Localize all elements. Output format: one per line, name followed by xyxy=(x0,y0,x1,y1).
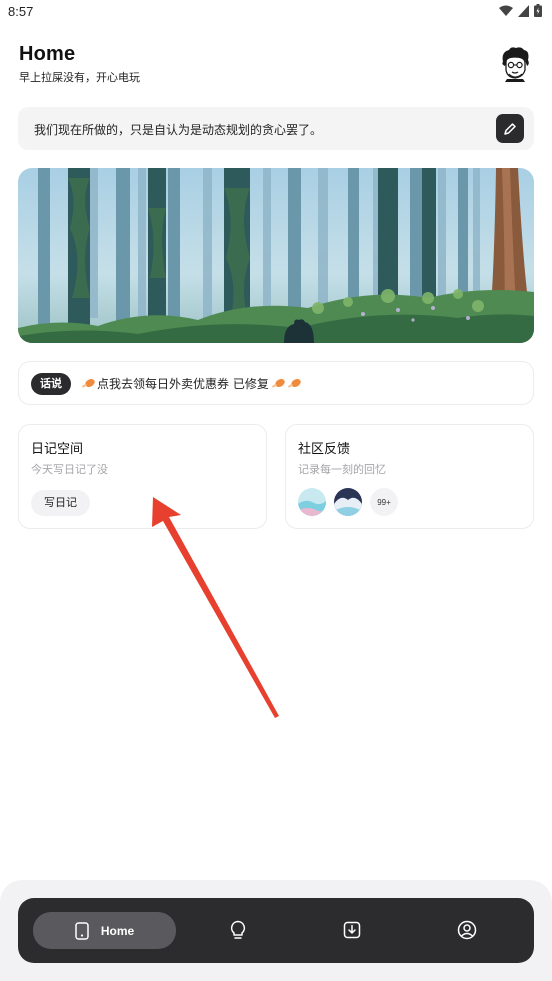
battery-icon xyxy=(534,4,542,17)
pencil-icon xyxy=(504,122,516,135)
nav-ideas[interactable] xyxy=(226,918,250,942)
status-time: 8:57 xyxy=(8,4,34,19)
status-bar: 8:57 xyxy=(0,0,552,24)
member-avatars: 99+ xyxy=(298,488,398,516)
notice-badge: 话说 xyxy=(31,373,71,395)
drumstick-icon xyxy=(271,378,285,387)
bottom-nav: Home xyxy=(18,898,534,963)
phone-icon xyxy=(75,921,89,940)
nav-download[interactable] xyxy=(340,918,364,942)
profile-icon xyxy=(457,920,477,940)
diary-card-title: 日记空间 xyxy=(31,442,84,457)
nav-home-label: Home xyxy=(100,923,135,938)
diary-card[interactable]: 日记空间 今天写日记了没 写日记 xyxy=(18,424,267,529)
announcement-text: 点我去领每日外卖优惠券 已修复 xyxy=(97,377,269,391)
download-icon xyxy=(343,921,361,939)
signal-icon xyxy=(518,4,529,17)
page-subtitle: 早上拉屎没有，开心电玩 xyxy=(19,71,140,84)
status-icons xyxy=(499,4,542,17)
member-count-badge: 99+ xyxy=(370,488,398,516)
nav-profile[interactable] xyxy=(455,918,479,942)
edit-quote-button[interactable] xyxy=(496,114,524,143)
announcement-bar[interactable]: 话说 点我去领每日外卖优惠券 已修复 xyxy=(18,361,534,405)
nav-home[interactable]: Home xyxy=(33,912,176,949)
diary-card-subtitle: 今天写日记了没 xyxy=(31,463,108,476)
quote-card: 我们现在所做的，只是自认为是动态规划的贪心罢了。 xyxy=(18,107,534,150)
quote-text: 我们现在所做的，只是自认为是动态规划的贪心罢了。 xyxy=(34,123,323,137)
user-avatar[interactable] xyxy=(497,46,533,82)
drumstick-icon xyxy=(82,378,95,387)
drumstick-icon xyxy=(287,378,301,387)
banner-image[interactable] xyxy=(18,168,534,343)
write-diary-button[interactable]: 写日记 xyxy=(31,490,90,516)
wifi-icon xyxy=(499,5,513,16)
community-card[interactable]: 社区反馈 记录每一刻的回忆 99+ xyxy=(285,424,534,529)
member-avatar xyxy=(334,488,362,516)
community-card-subtitle: 记录每一刻的回忆 xyxy=(298,463,386,476)
lightbulb-icon xyxy=(230,920,246,939)
member-avatar xyxy=(298,488,326,516)
community-card-title: 社区反馈 xyxy=(298,442,351,457)
page-title: Home xyxy=(19,43,76,65)
